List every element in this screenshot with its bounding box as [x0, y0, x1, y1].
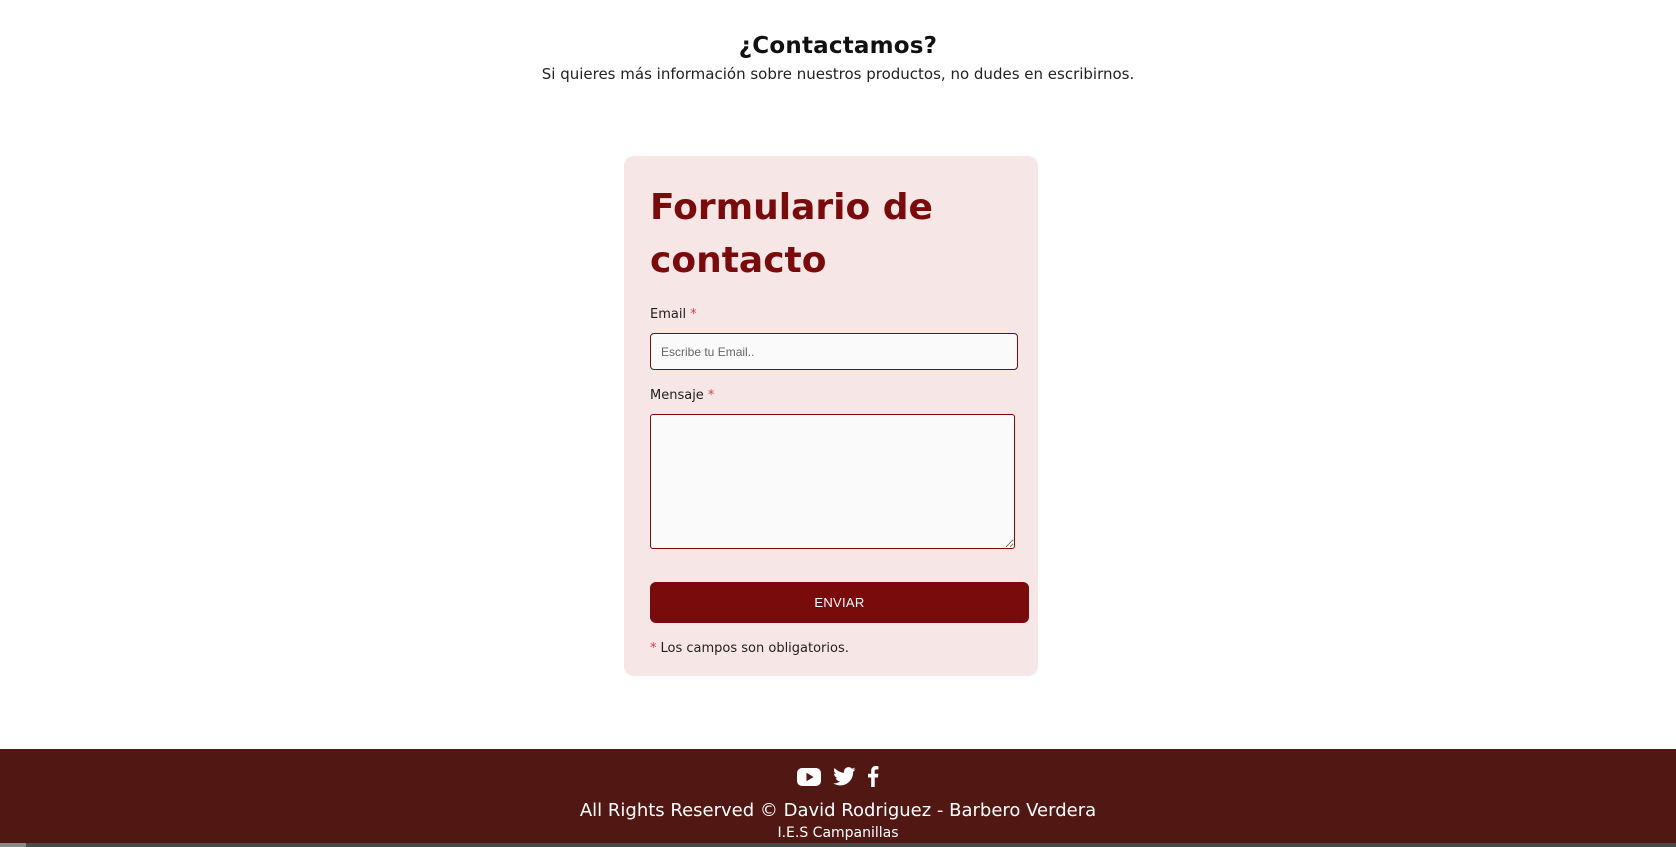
site-footer: All Rights Reserved © David Rodriguez - …	[0, 749, 1676, 847]
intro-title: ¿Contactamos?	[738, 33, 938, 59]
submit-button[interactable]: ENVIAR	[650, 582, 1029, 623]
scrollbar-thumb[interactable]	[0, 843, 26, 847]
contact-form: Formulario de contacto Email* Mensaje* E…	[624, 156, 1038, 676]
footer-school: I.E.S Campanillas	[777, 825, 899, 841]
message-label-text: Mensaje	[650, 388, 704, 403]
contact-page: ¿Contactamos? Si quieres más información…	[0, 0, 1676, 847]
required-mark: *	[650, 641, 657, 656]
required-mark: *	[707, 388, 715, 403]
form-title: Formulario de contacto	[650, 187, 933, 281]
required-note: * Los campos son obligatorios.	[650, 640, 849, 658]
twitter-icon[interactable]	[832, 767, 856, 790]
contact-intro: ¿Contactamos? Si quieres más información…	[0, 30, 1676, 84]
email-field[interactable]	[650, 333, 1018, 370]
social-links	[0, 766, 1676, 790]
required-note-text: Los campos son obligatorios.	[660, 641, 849, 656]
email-label: Email *	[650, 306, 697, 324]
message-field[interactable]	[650, 414, 1015, 549]
footer-copyright: All Rights Reserved © David Rodriguez - …	[579, 800, 1097, 821]
facebook-icon[interactable]	[867, 766, 879, 791]
horizontal-scrollbar[interactable]	[0, 843, 1676, 847]
message-label: Mensaje *	[650, 387, 714, 405]
intro-subtitle: Si quieres más información sobre nuestro…	[541, 65, 1135, 83]
email-label-text: Email	[650, 307, 687, 322]
youtube-icon[interactable]	[797, 767, 822, 790]
required-mark: *	[690, 307, 697, 322]
